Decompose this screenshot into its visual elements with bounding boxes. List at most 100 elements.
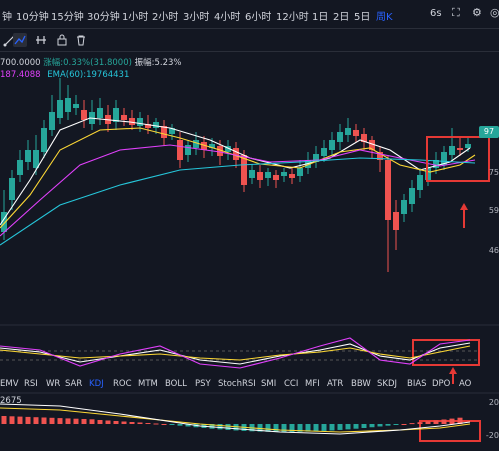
indicator-tab[interactable]: WR xyxy=(46,379,60,389)
indicator-tab[interactable]: SAR xyxy=(65,379,82,389)
candle-body xyxy=(185,145,191,155)
macd-bar xyxy=(217,424,223,430)
macd-bar xyxy=(441,419,447,424)
candle-body xyxy=(41,128,47,152)
macd-bar xyxy=(169,424,175,425)
indicator-tab[interactable]: RSI xyxy=(24,379,38,389)
macd-bar xyxy=(65,418,71,424)
macd-bar xyxy=(25,416,31,424)
macd-bar xyxy=(409,423,415,425)
macd-bar xyxy=(377,424,383,427)
macd-bar xyxy=(1,416,7,424)
macd-bar xyxy=(161,424,167,425)
indicator-tab[interactable]: EMV xyxy=(0,379,19,389)
price-axis-label: 75 xyxy=(488,168,499,177)
indicator-tab[interactable]: SMI xyxy=(261,379,276,389)
macd-bar xyxy=(33,417,39,424)
indicator-tab[interactable]: MFI xyxy=(305,379,320,389)
candle-body xyxy=(337,132,343,142)
macd-info: 2675 xyxy=(0,396,22,406)
candle-body xyxy=(385,160,391,220)
arrow-head xyxy=(460,203,468,210)
macd-bar xyxy=(385,424,391,426)
macd-bar xyxy=(57,418,63,424)
candle-body xyxy=(321,148,327,156)
macd-axis-label: -20 xyxy=(485,431,499,440)
macd-bar xyxy=(121,421,127,424)
indicator-tab[interactable]: PSY xyxy=(195,379,211,389)
macd-bar xyxy=(353,424,359,429)
candle-body xyxy=(345,128,351,135)
indicator-tab[interactable]: StochRSI xyxy=(218,379,256,389)
macd-bar xyxy=(9,416,15,424)
candle-body xyxy=(409,188,415,204)
macd-bar xyxy=(129,422,135,424)
indicator-tab[interactable]: ATR xyxy=(327,379,343,389)
candle-body xyxy=(137,118,143,126)
macd-bar xyxy=(401,424,407,425)
macd-bar xyxy=(177,424,183,426)
candle-body xyxy=(273,175,279,180)
candle-body xyxy=(49,112,55,130)
candle-body xyxy=(33,150,39,168)
candle-body xyxy=(401,200,407,214)
candle-body xyxy=(289,174,295,178)
indicator-tabs: EMV RSI WR SAR KDJ ROC MTM BOLL PSY Stoc… xyxy=(0,379,499,393)
candle-body xyxy=(121,115,127,120)
macd-bar xyxy=(81,419,87,424)
candle-body xyxy=(449,146,455,155)
macd-bar xyxy=(361,424,367,428)
indicator-tab[interactable]: BIAS xyxy=(407,379,427,389)
candle-body xyxy=(57,100,63,118)
macd-bar xyxy=(321,424,327,431)
macd-bar xyxy=(137,422,143,424)
macd-bar xyxy=(73,418,79,424)
candle-body xyxy=(265,172,271,178)
macd-axis-label: 20 xyxy=(488,398,499,407)
kdj-k-line xyxy=(0,342,471,365)
macd-bar xyxy=(41,417,47,424)
candle-body xyxy=(233,148,239,160)
candle-body xyxy=(457,148,463,150)
macd-bar xyxy=(369,424,375,428)
candle-body xyxy=(9,178,15,200)
candle-body xyxy=(417,175,423,190)
indicator-tab[interactable]: BOLL xyxy=(165,379,187,389)
candle-body xyxy=(81,110,87,120)
indicator-tab[interactable]: SKDJ xyxy=(377,379,397,389)
candle-body xyxy=(25,150,31,162)
macd-bar xyxy=(313,424,319,432)
candle-body xyxy=(153,122,159,128)
macd-bar xyxy=(337,424,343,430)
candle-body xyxy=(393,212,399,230)
macd-bar xyxy=(273,424,279,432)
indicator-tab[interactable]: CCI xyxy=(284,379,298,389)
macd-bar xyxy=(105,420,111,424)
candle-body xyxy=(65,98,71,112)
indicator-tab-active[interactable]: KDJ xyxy=(89,379,104,389)
candle-body xyxy=(353,130,359,136)
macd-bar xyxy=(393,424,399,425)
candle-body xyxy=(17,160,23,175)
candle-body xyxy=(257,172,263,180)
candle-body xyxy=(97,108,103,118)
indicator-tab[interactable]: BBW xyxy=(351,379,371,389)
indicator-tab[interactable]: MTM xyxy=(138,379,158,389)
indicator-tab[interactable]: DPO xyxy=(432,379,450,389)
macd-bar xyxy=(417,422,423,424)
macd-bar xyxy=(145,423,151,424)
macd-bar xyxy=(433,420,439,424)
macd-bar xyxy=(281,424,287,432)
candle-body xyxy=(297,168,303,176)
candle-body xyxy=(73,104,79,108)
macd-bar xyxy=(425,421,431,424)
indicator-tab[interactable]: AO xyxy=(459,379,471,389)
macd-bar xyxy=(329,424,335,431)
indicator-tab[interactable]: ROC xyxy=(113,379,132,389)
candle-body xyxy=(249,170,255,178)
candle-body xyxy=(281,172,287,176)
price-axis-label: 59 xyxy=(488,206,499,215)
arrow-head xyxy=(449,367,457,374)
ma-line-white xyxy=(0,117,471,226)
kdj-d-line xyxy=(0,345,471,361)
